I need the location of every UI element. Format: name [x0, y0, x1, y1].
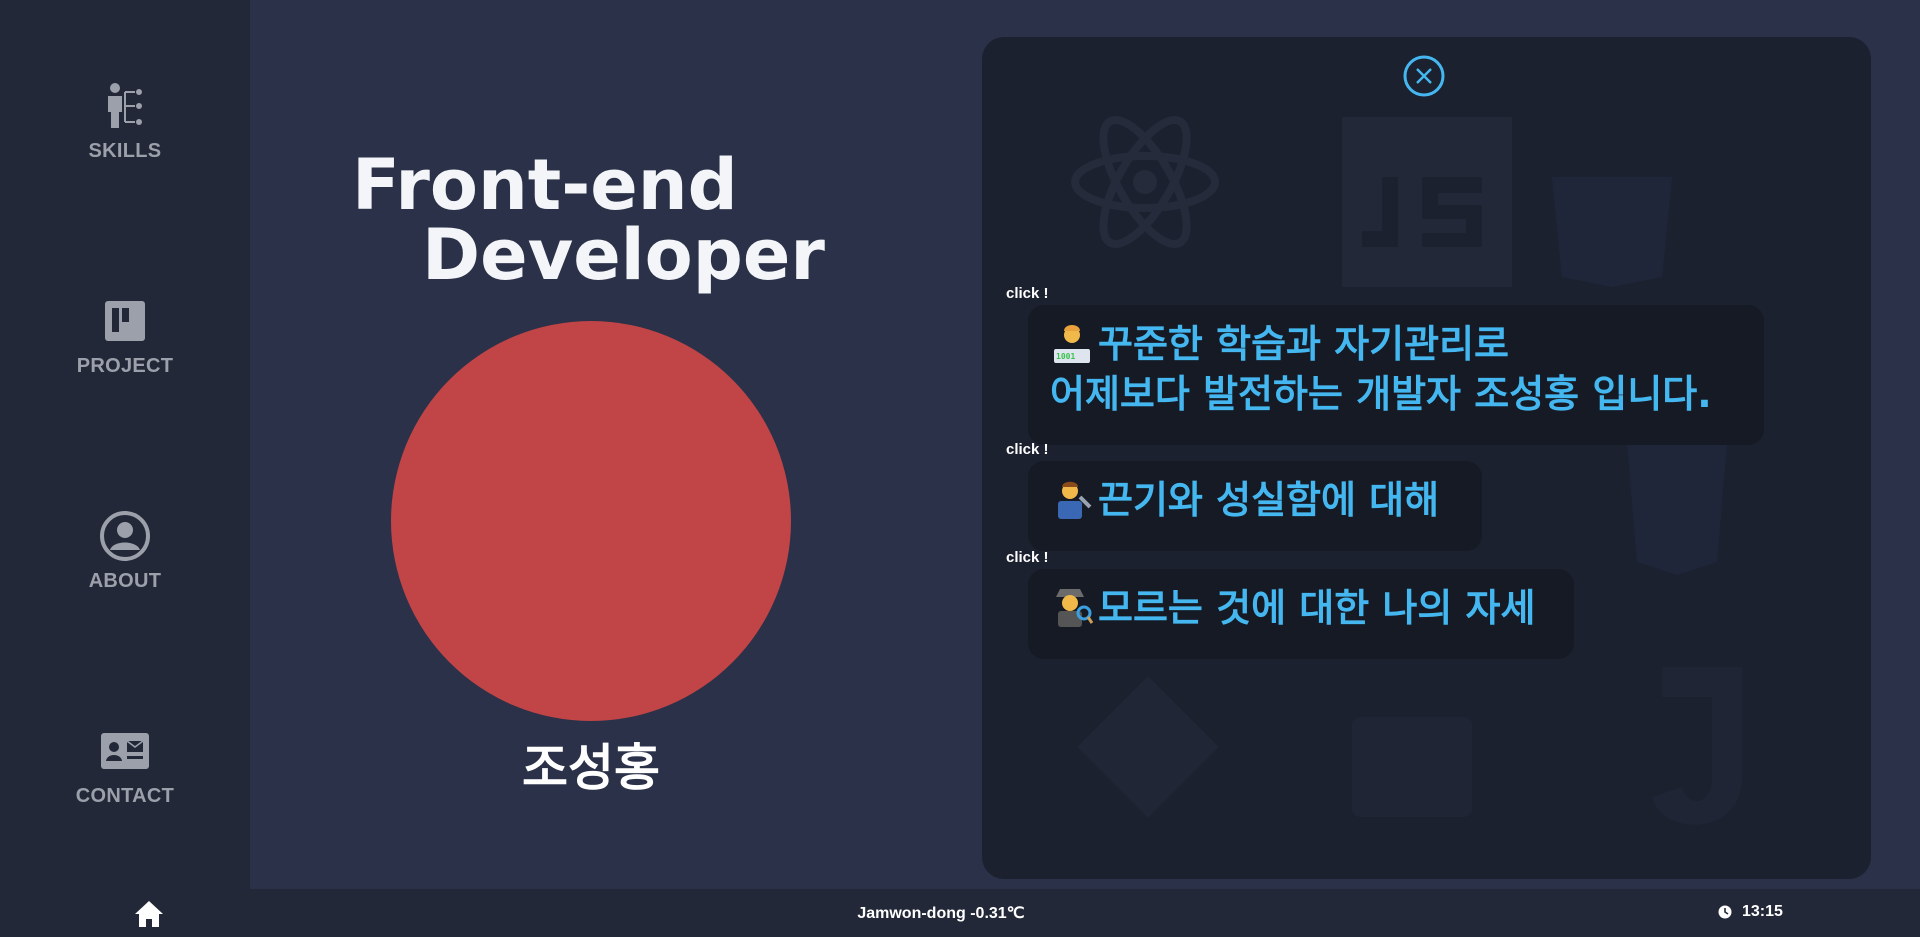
- sidebar-item-label: ABOUT: [88, 570, 162, 592]
- click-hint: click !: [1006, 285, 1049, 302]
- weather-readout: Jamwon-dong -0.31℃: [857, 905, 1025, 922]
- card-line: 꾸준한 학습과 자기관리로: [1098, 322, 1510, 366]
- click-hint: click !: [1006, 441, 1049, 458]
- avatar: [391, 321, 791, 721]
- click-hint: click !: [1006, 549, 1049, 566]
- sidebar: SKILLS PROJECT ABOUT CONTACT: [0, 0, 250, 889]
- intro-card-persistence[interactable]: 끈기와 성실함에 대해: [1028, 461, 1482, 551]
- intro-card-attitude[interactable]: 모르는 것에 대한 나의 자세: [1028, 569, 1574, 659]
- html5-logo-icon: [1552, 177, 1672, 287]
- user-circle-icon: [100, 511, 150, 561]
- developer-name: 조성홍: [522, 739, 660, 797]
- technologist-emoji-icon: 1001: [1054, 325, 1090, 363]
- clock-icon: [1718, 905, 1732, 919]
- git-logo-icon: [1077, 676, 1219, 818]
- css3-logo-icon: [1627, 442, 1727, 575]
- card-line: 어제보다 발전하는 개발자 조성홍 입니다.: [1050, 372, 1712, 416]
- sidebar-item-label: SKILLS: [88, 140, 162, 162]
- hero-title-line1: Front-end: [352, 144, 738, 226]
- skills-tree-icon: [108, 83, 142, 128]
- sidebar-item-project[interactable]: PROJECT: [0, 295, 250, 378]
- sidebar-item-skills[interactable]: SKILLS: [0, 80, 250, 163]
- photoshop-logo-icon: [1352, 717, 1472, 817]
- sidebar-item-label: PROJECT: [76, 355, 174, 377]
- clock-time: 13:15: [1742, 903, 1783, 920]
- sidebar-item-contact[interactable]: CONTACT: [0, 725, 250, 808]
- contact-card-icon: [101, 733, 149, 769]
- kanban-board-icon: [105, 301, 145, 341]
- jest-logo-icon: [1652, 667, 1742, 825]
- mechanic-emoji-icon: [1058, 481, 1092, 519]
- svg-text:1001: 1001: [1056, 352, 1075, 361]
- card-line: 모르는 것에 대한 나의 자세: [1098, 586, 1536, 630]
- close-icon[interactable]: [1403, 55, 1445, 97]
- sidebar-item-label: CONTACT: [75, 785, 175, 807]
- hero-title-line2: Developer: [422, 214, 825, 296]
- intro-panel: click ! 1001 꾸준한 학습과 자기관리로 어제보다 발전하는 개발자…: [982, 37, 1871, 879]
- react-logo-icon: [1071, 115, 1219, 248]
- sidebar-item-about[interactable]: ABOUT: [0, 510, 250, 593]
- status-bar: Jamwon-dong -0.31℃ 13:15: [0, 889, 1920, 937]
- javascript-logo-icon: [1342, 117, 1512, 287]
- card-line: 끈기와 성실함에 대해: [1098, 478, 1440, 522]
- detective-emoji-icon: [1056, 589, 1094, 627]
- hero-title: Front-end Developer: [352, 150, 825, 290]
- clock: 13:15: [1718, 903, 1783, 921]
- intro-card-learning[interactable]: 1001 꾸준한 학습과 자기관리로 어제보다 발전하는 개발자 조성홍 입니다…: [1028, 305, 1764, 445]
